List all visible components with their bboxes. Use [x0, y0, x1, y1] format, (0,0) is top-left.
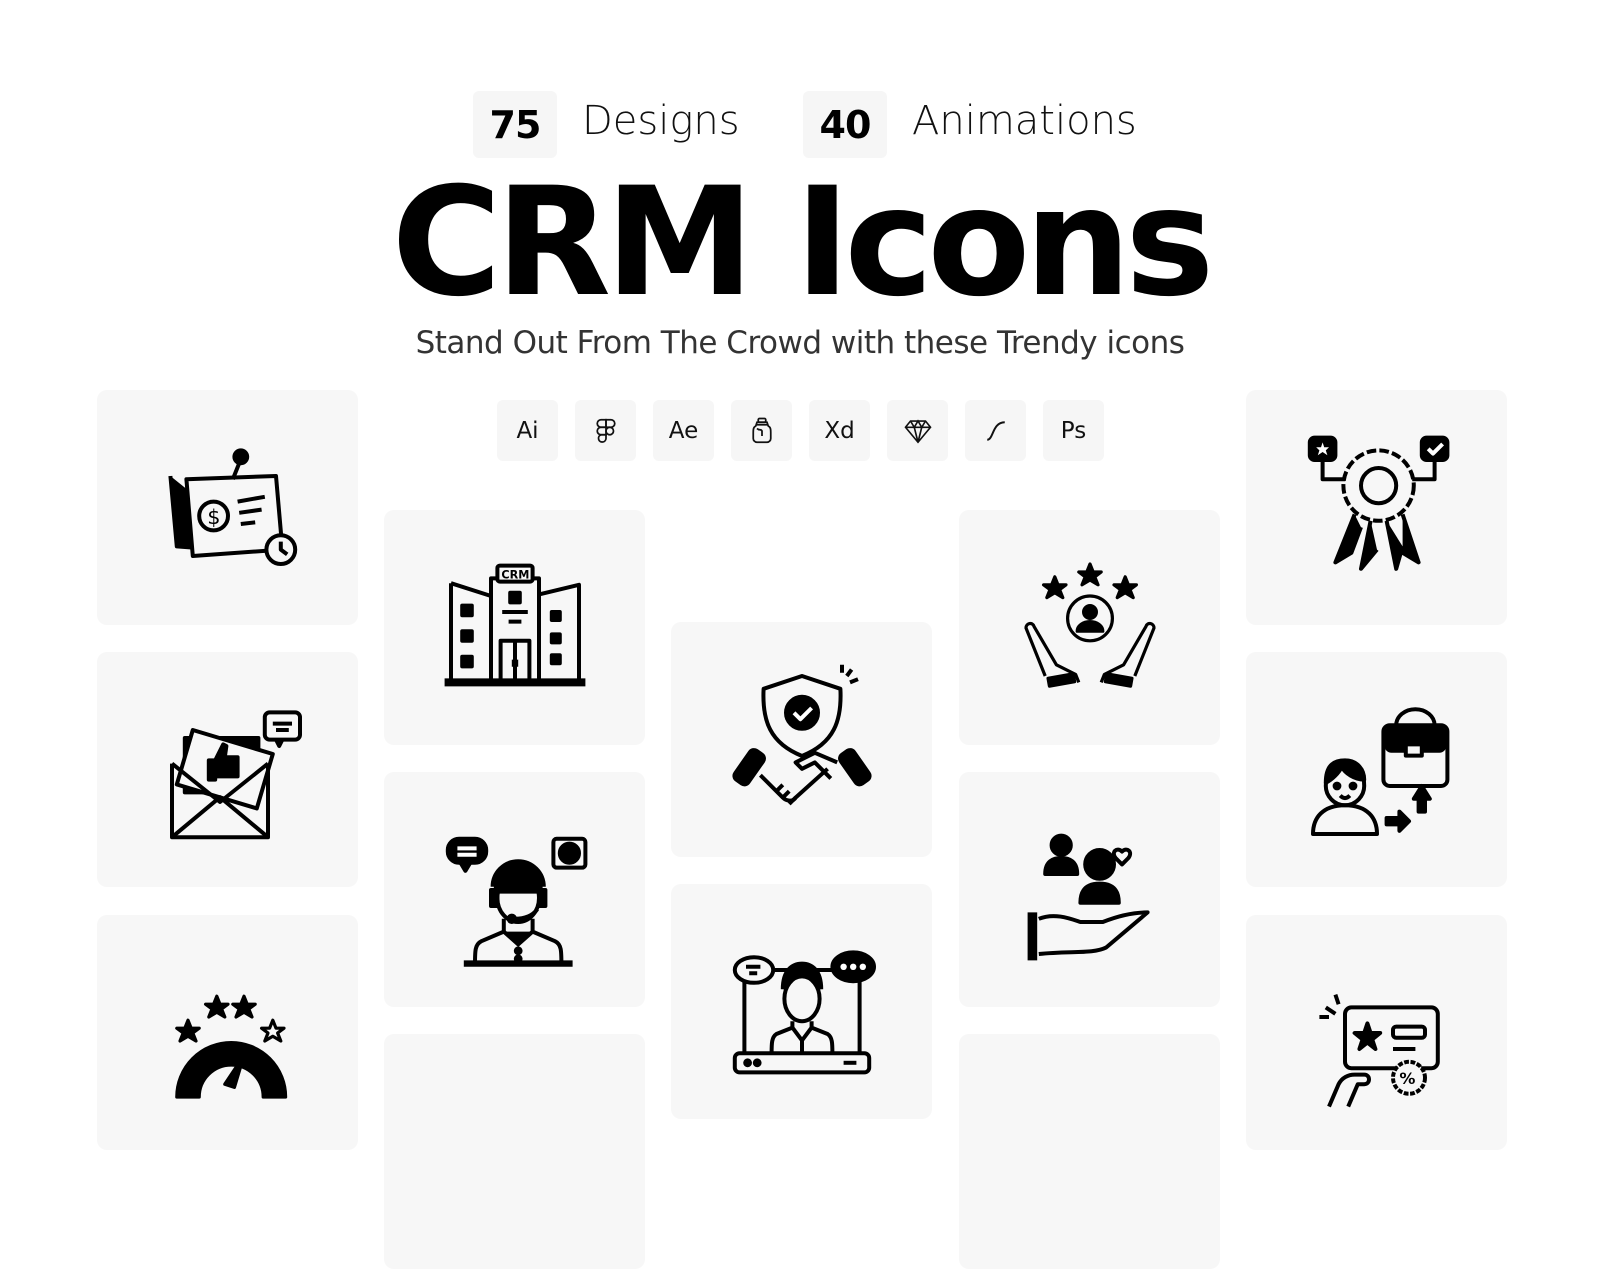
- svg-text:$: $: [207, 505, 220, 529]
- tool-illustrator: Ai: [497, 400, 558, 461]
- svg-text:CRM: CRM: [501, 568, 529, 581]
- icon-card: [384, 1034, 645, 1269]
- xd-label: Xd: [824, 417, 855, 444]
- designs-count-badge: 75: [473, 91, 557, 158]
- icon-card: [671, 884, 932, 1119]
- designs-label: Designs: [582, 98, 740, 144]
- tool-sketch: [887, 400, 948, 461]
- satisfaction-meter-icon: [174, 994, 287, 1099]
- icon-card: [959, 1034, 1220, 1269]
- animations-label: Animations: [912, 98, 1137, 144]
- figma-icon: [595, 418, 616, 443]
- icon-card: [959, 772, 1220, 1007]
- illustrator-label: Ai: [516, 417, 539, 444]
- customer-support-icon: [445, 836, 587, 967]
- animations-count-badge: 40: [803, 91, 887, 158]
- icon-card: [1246, 390, 1507, 625]
- quality-badge-icon: [1307, 435, 1449, 571]
- job-promotion-icon: [1310, 706, 1449, 836]
- sketch-icon: [903, 418, 932, 444]
- tool-figma: [575, 400, 636, 461]
- video-consultation-icon: [732, 949, 876, 1074]
- icon-card: [97, 652, 358, 887]
- svg-text:%: %: [1399, 1069, 1415, 1088]
- icon-card: [97, 915, 358, 1150]
- animations-count: 40: [819, 102, 872, 147]
- icon-card: [1246, 652, 1507, 887]
- iconjar-icon: [751, 417, 772, 443]
- designs-count: 75: [489, 102, 542, 147]
- icon-card: [959, 510, 1220, 745]
- icon-card: [671, 622, 932, 857]
- icon-card: [384, 772, 645, 1007]
- customer-care-icon: [1027, 833, 1150, 960]
- tool-photoshop: Ps: [1043, 400, 1104, 461]
- feedback-mail-icon: [169, 709, 302, 839]
- crm-building-icon: CRM: [444, 563, 585, 686]
- tool-xd: Xd: [809, 400, 870, 461]
- page-title: CRM Icons: [391, 156, 1215, 330]
- icon-card: $: [97, 390, 358, 625]
- lottie-icon: [986, 420, 1005, 441]
- tool-badges: Ai Ae Xd Ps: [497, 400, 1104, 461]
- after-effects-label: Ae: [668, 417, 699, 444]
- invoice-reminder-icon: $: [167, 447, 297, 566]
- trusted-deal-icon: [731, 664, 872, 805]
- page-subtitle: Stand Out From The Crowd with these Tren…: [415, 325, 1185, 361]
- tool-iconjar: [731, 400, 792, 461]
- icon-card: CRM: [384, 510, 645, 745]
- photoshop-label: Ps: [1060, 417, 1087, 444]
- tool-after-effects: Ae: [653, 400, 714, 461]
- customer-rating-icon: [1023, 561, 1156, 688]
- icon-card: %: [1246, 915, 1507, 1150]
- tool-lottie: [965, 400, 1026, 461]
- loyalty-card-icon: %: [1318, 993, 1440, 1107]
